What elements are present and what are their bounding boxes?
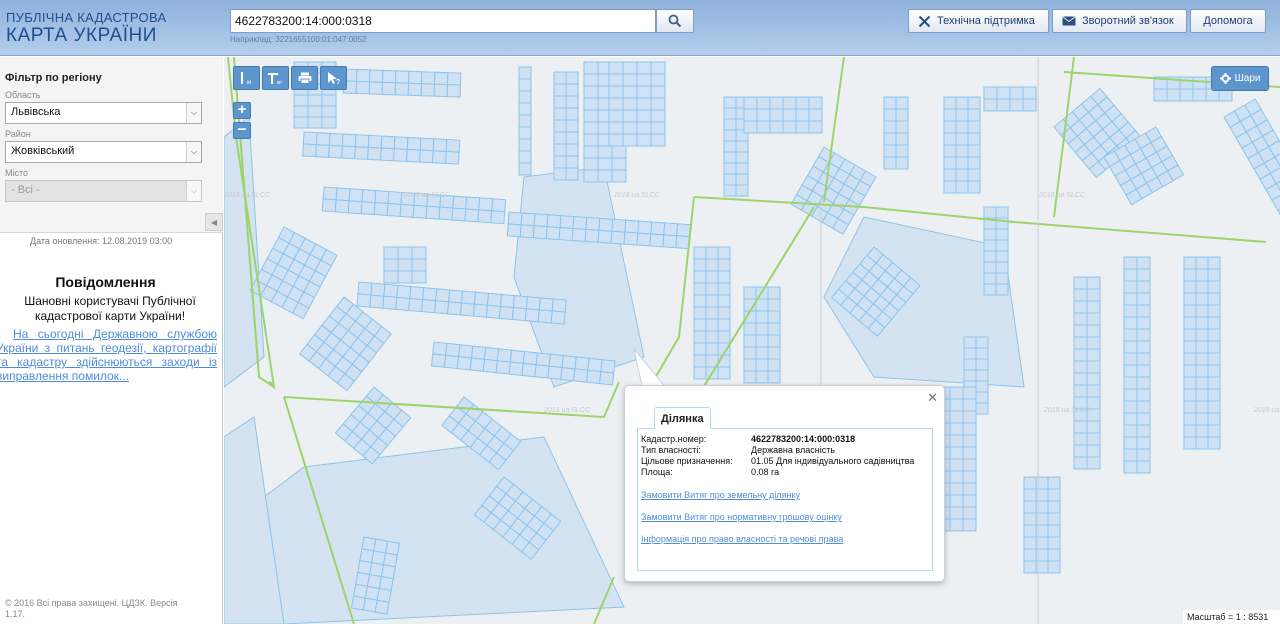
logo-line-2: КАРТА УКРАЇНИ — [6, 25, 157, 46]
search-input[interactable] — [230, 9, 656, 33]
chevron-down-icon: ⌵ — [186, 181, 201, 201]
order-valuation-link[interactable]: Замовити Витяг про нормативну грошову оц… — [641, 512, 842, 522]
order-extract-link[interactable]: Замовити Витяг про земельну ділянку — [641, 490, 800, 500]
info-value: Державна власність — [751, 445, 836, 455]
city-select[interactable]: - Всі - ⌵ — [5, 180, 202, 202]
close-icon[interactable]: ✕ — [927, 390, 938, 406]
raion-select[interactable]: Жовківський ⌵ — [5, 141, 202, 163]
chevron-down-icon: ⌵ — [186, 142, 201, 162]
feedback-button[interactable]: Зворотний зв'язок — [1052, 9, 1187, 33]
info-row-area: Площа: 0.08 га — [641, 467, 779, 477]
map-view[interactable]: 2018 ua.SLCC 2018 ua.SLCC 2018 ua.SLCC 2018… — [224, 57, 1280, 624]
info-row-cadastral: Кадастр.номер: 4622783200:14:000:0318 — [641, 434, 855, 444]
watermark-text: 2018 ua.SLCC — [613, 192, 661, 199]
info-key: Кадастр.номер: — [641, 434, 707, 444]
svg-text:?: ? — [336, 79, 340, 85]
search-icon — [668, 14, 682, 28]
info-value: 0.08 га — [751, 467, 780, 477]
gear-icon — [1219, 73, 1231, 84]
news-body: Шановні користувачі Публічної кадастрово… — [24, 294, 196, 323]
region-filter-panel: Фільтр по регіону Область Львівська ⌵ Ра… — [0, 57, 223, 233]
ruler-icon[interactable]: м — [233, 66, 260, 90]
info-key: Площа: — [641, 467, 673, 477]
collapse-sidebar-button[interactable]: ◀ — [205, 213, 223, 231]
oblast-value: Львівська — [11, 106, 61, 118]
help-label: Допомога — [1203, 15, 1253, 27]
help-button[interactable]: Допомога — [1190, 9, 1266, 33]
oblast-select[interactable]: Львівська ⌵ — [5, 102, 202, 124]
info-key: Цільове призначення: — [641, 456, 733, 466]
scale-readout: Масштаб = 1 : 8531 — [1183, 610, 1280, 624]
zoom-out-button[interactable]: − — [233, 122, 251, 139]
watermark-text: 2018 ua.SLCC — [403, 192, 451, 199]
update-date: Дата оновлення: 12.08.2019 03:00 — [30, 236, 173, 246]
tab-parcel[interactable]: Ділянка — [654, 407, 711, 429]
copyright: © 2016 Всі права захищені. ЦДЗК. Версія … — [5, 598, 178, 619]
tech-support-button[interactable]: Технічна підтримка — [908, 9, 1049, 33]
info-row-ownership: Тип власності: Державна власність — [641, 445, 835, 455]
watermark-text: 2018 ua.SLCC — [1253, 407, 1280, 414]
news-link[interactable]: На сьогодні Державною службою України з … — [0, 327, 217, 383]
raion-label: Район — [5, 129, 31, 139]
watermark-text: 2018 ua.SLCC — [224, 192, 271, 199]
info-key: Тип власності: — [641, 445, 701, 455]
map-toolbar: м м² ? — [233, 66, 347, 90]
watermark-text: 2018 ua.SLCC — [1043, 407, 1091, 414]
logo[interactable]: ПУБЛІЧНА КАДАСТРОВА КАРТА УКРАЇНИ — [6, 11, 166, 45]
print-icon[interactable] — [291, 66, 318, 90]
svg-text:м: м — [247, 80, 251, 85]
layers-label: Шари — [1234, 73, 1261, 84]
feedback-label: Зворотний зв'язок — [1082, 15, 1174, 27]
ownership-info-link[interactable]: Інформація про право власності та речові… — [641, 534, 843, 544]
chevron-down-icon: ⌵ — [186, 103, 201, 123]
zoom-in-button[interactable]: + — [233, 102, 251, 119]
app-window: ПУБЛІЧНА КАДАСТРОВА КАРТА УКРАЇНИ Наприк… — [0, 0, 1280, 624]
parcel-popup: ✕ Ділянка Кадастр.номер: 4622783200:14:0… — [624, 385, 945, 582]
info-value: 4622783200:14:000:0318 — [751, 434, 856, 444]
sidebar: Фільтр по регіону Область Львівська ⌵ Ра… — [0, 57, 223, 624]
tech-support-label: Технічна підтримка — [937, 15, 1035, 27]
city-label: Місто — [5, 168, 29, 178]
svg-text:м²: м² — [277, 80, 282, 85]
envelope-icon — [1062, 16, 1076, 26]
search-hint: Наприклад: 3221655100:01:047:0052 — [230, 35, 367, 44]
identify-icon[interactable]: ? — [320, 66, 347, 90]
watermark-text: 2018 ua.SLCC — [543, 407, 591, 414]
layers-button[interactable]: Шари — [1211, 66, 1269, 91]
news-title: Повідомлення — [55, 274, 156, 290]
logo-line-1: ПУБЛІЧНА КАДАСТРОВА — [6, 10, 167, 25]
info-value: 01.05 Для індивідуального садівництва — [751, 456, 915, 466]
parcel-info-panel: Кадастр.номер: 4622783200:14:000:0318 Ти… — [637, 428, 933, 571]
info-row-purpose: Цільове призначення: 01.05 Для індивідуа… — [641, 456, 914, 466]
filter-title: Фільтр по регіону — [5, 72, 102, 84]
oblast-label: Область — [5, 90, 41, 100]
raion-value: Жовківський — [11, 145, 75, 157]
area-icon[interactable]: м² — [262, 66, 289, 90]
search-button[interactable] — [656, 9, 694, 33]
tools-icon — [918, 15, 931, 27]
watermark-text: 2018 ua.SLCC — [1038, 192, 1086, 199]
chevron-left-icon: ◀ — [210, 217, 218, 227]
header-bar: ПУБЛІЧНА КАДАСТРОВА КАРТА УКРАЇНИ Наприк… — [0, 0, 1280, 56]
city-value: - Всі - — [11, 184, 40, 196]
